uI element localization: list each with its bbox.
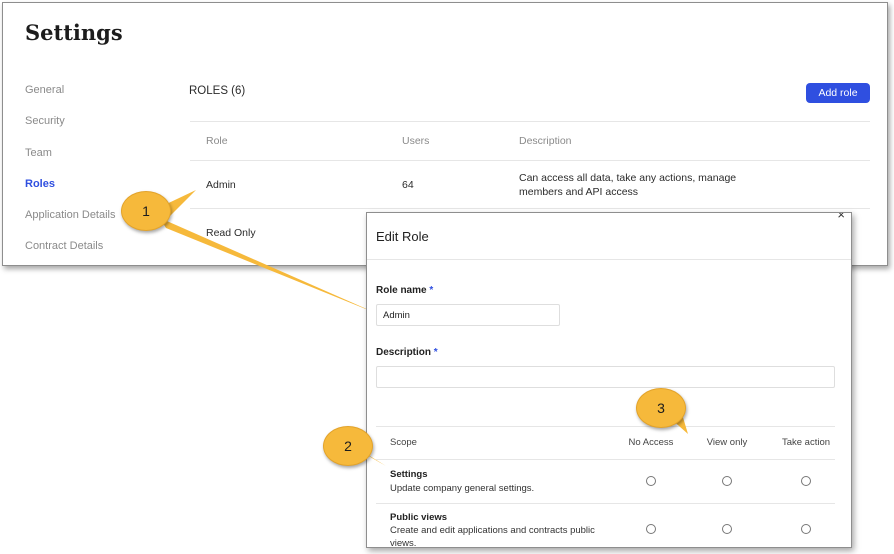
callout-badge-1: 1 <box>121 191 171 231</box>
callout-pointers-overlay <box>360 414 688 466</box>
callout-badge-2: 2 <box>323 426 373 466</box>
callout-badge-3: 3 <box>636 388 686 428</box>
